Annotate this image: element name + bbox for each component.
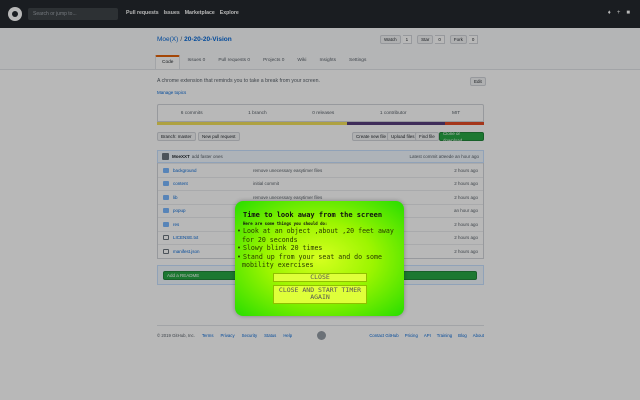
close-button[interactable]: CLOSE: [273, 273, 367, 282]
modal-backdrop[interactable]: [0, 0, 640, 400]
tip-item: Slowy blink 20 times: [237, 244, 400, 253]
popup-title: Time to look away from the screen: [243, 211, 383, 219]
tip-item: Look at an object ,about ,20 feet away f…: [237, 227, 400, 244]
tips-list: Look at an object ,about ,20 feet away f…: [237, 227, 400, 270]
popup-subtitle: Here are some things you should do:: [243, 221, 328, 226]
close-and-restart-timer-button[interactable]: CLOSE AND START TIMER AGAIN: [273, 285, 367, 304]
break-reminder-popup: Time to look away from the screen Here a…: [235, 201, 404, 316]
tip-item: Stand up from your seat and do some mobi…: [237, 253, 400, 270]
